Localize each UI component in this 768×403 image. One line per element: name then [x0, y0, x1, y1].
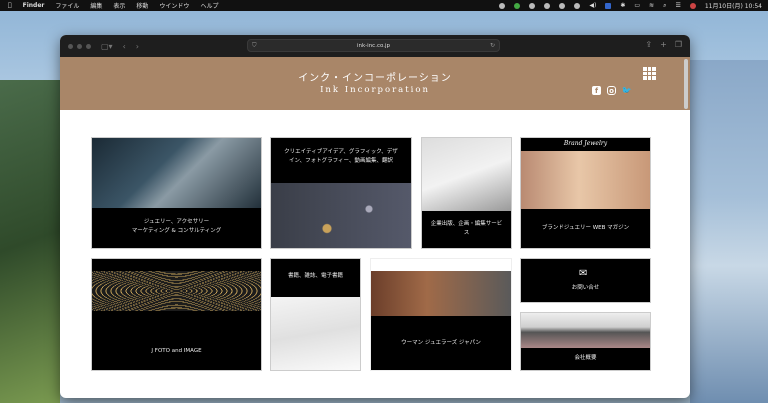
tile-image	[92, 138, 261, 208]
tile-image	[271, 297, 360, 370]
tile-caption: お問い合せ	[571, 285, 600, 291]
menu-file[interactable]: ファイル	[55, 1, 79, 10]
back-icon[interactable]: ‹	[123, 42, 126, 51]
tile-grid: ジュエリー、アクセサリー マーケティング & コンサルティング クリエイティブアイ…	[60, 110, 690, 398]
tile-caption: ブランドジュエリー WEB マガジン	[541, 225, 630, 231]
minimize-button[interactable]	[77, 43, 82, 49]
tile-caption: ジュエリー、アクセサリー マーケティング & コンサルティング	[131, 219, 222, 235]
tile-company-profile[interactable]: 会社概要	[520, 312, 651, 371]
menu-window[interactable]: ウインドウ	[159, 1, 189, 10]
forward-icon[interactable]: ›	[136, 42, 139, 51]
tile-brand-jewelry[interactable]: Brand Jewelry ブランドジュエリー WEB マガジン	[520, 137, 651, 249]
tile-site-header	[371, 259, 511, 271]
siri-icon[interactable]	[689, 2, 696, 9]
facebook-icon[interactable]: f	[592, 86, 601, 95]
status-icon[interactable]	[574, 2, 581, 9]
address-bar[interactable]: ⛉ ink-inc.co.jp ↻	[247, 39, 500, 52]
menu-go[interactable]: 移動	[136, 1, 148, 10]
status-icon[interactable]	[499, 2, 506, 9]
tile-caption: 書籍、雑誌、電子書籍	[287, 273, 343, 279]
desktop-wallpaper-right	[690, 60, 768, 403]
site-header: インク・インコーポレーション Ink Incorporation f o 🐦	[60, 57, 690, 110]
menu-edit[interactable]: 編集	[90, 1, 102, 10]
twitter-icon[interactable]: 🐦	[622, 86, 632, 95]
browser-toolbar: ▢▾ ‹ › ⛉ ink-inc.co.jp ↻ ⇪ + ❐	[60, 35, 690, 57]
url-text: ink-inc.co.jp	[356, 42, 391, 49]
input-source-icon[interactable]	[605, 2, 612, 9]
bluetooth-icon[interactable]: ✱	[620, 2, 625, 9]
close-button[interactable]	[68, 43, 73, 49]
envelope-icon: ✉	[579, 268, 588, 279]
brand-jewelry-banner: Brand Jewelry	[563, 140, 608, 147]
share-icon[interactable]: ⇪	[645, 40, 652, 49]
tile-j-foto[interactable]: J FOTO and IMAGE	[91, 258, 262, 371]
tile-books[interactable]: 書籍、雑誌、電子書籍	[270, 258, 361, 371]
zoom-button[interactable]	[86, 43, 91, 49]
tile-caption: 企業出版、企画・編集サービス	[430, 221, 503, 237]
tile-publishing[interactable]: 企業出版、企画・編集サービス	[421, 137, 512, 249]
tile-caption: J FOTO and IMAGE	[151, 348, 202, 354]
control-center-icon[interactable]: ☰	[675, 2, 680, 9]
menu-grid-icon[interactable]	[643, 67, 656, 80]
menu-finder[interactable]: Finder	[23, 2, 45, 9]
sidebar-icon[interactable]: ▢▾	[101, 42, 113, 51]
menu-help[interactable]: ヘルプ	[200, 1, 218, 10]
apple-icon[interactable]: 	[8, 2, 12, 9]
tile-caption: 会社概要	[574, 355, 597, 361]
tile-image	[422, 138, 511, 211]
tab-overview-icon[interactable]: ❐	[675, 40, 682, 49]
tile-creative[interactable]: クリエイティブアイデア、グラフィック、デザ イン、フォトグラフィー、動画編集、翻訳	[270, 137, 412, 249]
status-icon[interactable]	[514, 2, 521, 9]
scrollbar[interactable]	[684, 59, 688, 109]
clock[interactable]: 11月10日(月) 10:54	[705, 1, 762, 10]
tile-image	[271, 183, 411, 248]
tile-image	[92, 271, 261, 311]
tile-caption: クリエイティブアイデア、グラフィック、デザ イン、フォトグラフィー、動画編集、翻訳	[284, 149, 398, 165]
site-title-jp[interactable]: インク・インコーポレーション	[60, 69, 690, 84]
search-icon[interactable]: ⌕	[663, 2, 666, 10]
new-tab-icon[interactable]: +	[660, 40, 667, 49]
tile-jewelry-marketing[interactable]: ジュエリー、アクセサリー マーケティング & コンサルティング	[91, 137, 262, 249]
tile-image	[371, 271, 511, 316]
tile-image	[521, 151, 650, 209]
privacy-shield-icon[interactable]: ⛉	[252, 42, 257, 50]
browser-window: ▢▾ ‹ › ⛉ ink-inc.co.jp ↻ ⇪ + ❐ インク・インコーポ…	[60, 35, 690, 398]
wifi-icon[interactable]: ≋	[649, 2, 654, 9]
reload-icon[interactable]: ↻	[490, 42, 495, 49]
clock-status-icon[interactable]	[559, 2, 566, 9]
tile-contact[interactable]: ✉ お問い合せ	[520, 258, 651, 303]
status-icon[interactable]	[529, 2, 536, 9]
menu-bar:  Finder ファイル 編集 表示 移動 ウインドウ ヘルプ ◀) ✱ ▭ …	[0, 0, 768, 11]
status-icon[interactable]	[544, 2, 551, 9]
tile-caption: ウーマン ジュエラーズ ジャパン	[401, 340, 481, 346]
battery-icon[interactable]: ▭	[634, 2, 640, 9]
instagram-icon[interactable]: o	[607, 86, 616, 95]
tile-woman-jewelers[interactable]: ウーマン ジュエラーズ ジャパン	[370, 258, 512, 371]
desktop-wallpaper	[0, 80, 60, 403]
menu-view[interactable]: 表示	[113, 1, 125, 10]
tile-image	[521, 313, 650, 348]
volume-icon[interactable]: ◀)	[589, 2, 596, 9]
